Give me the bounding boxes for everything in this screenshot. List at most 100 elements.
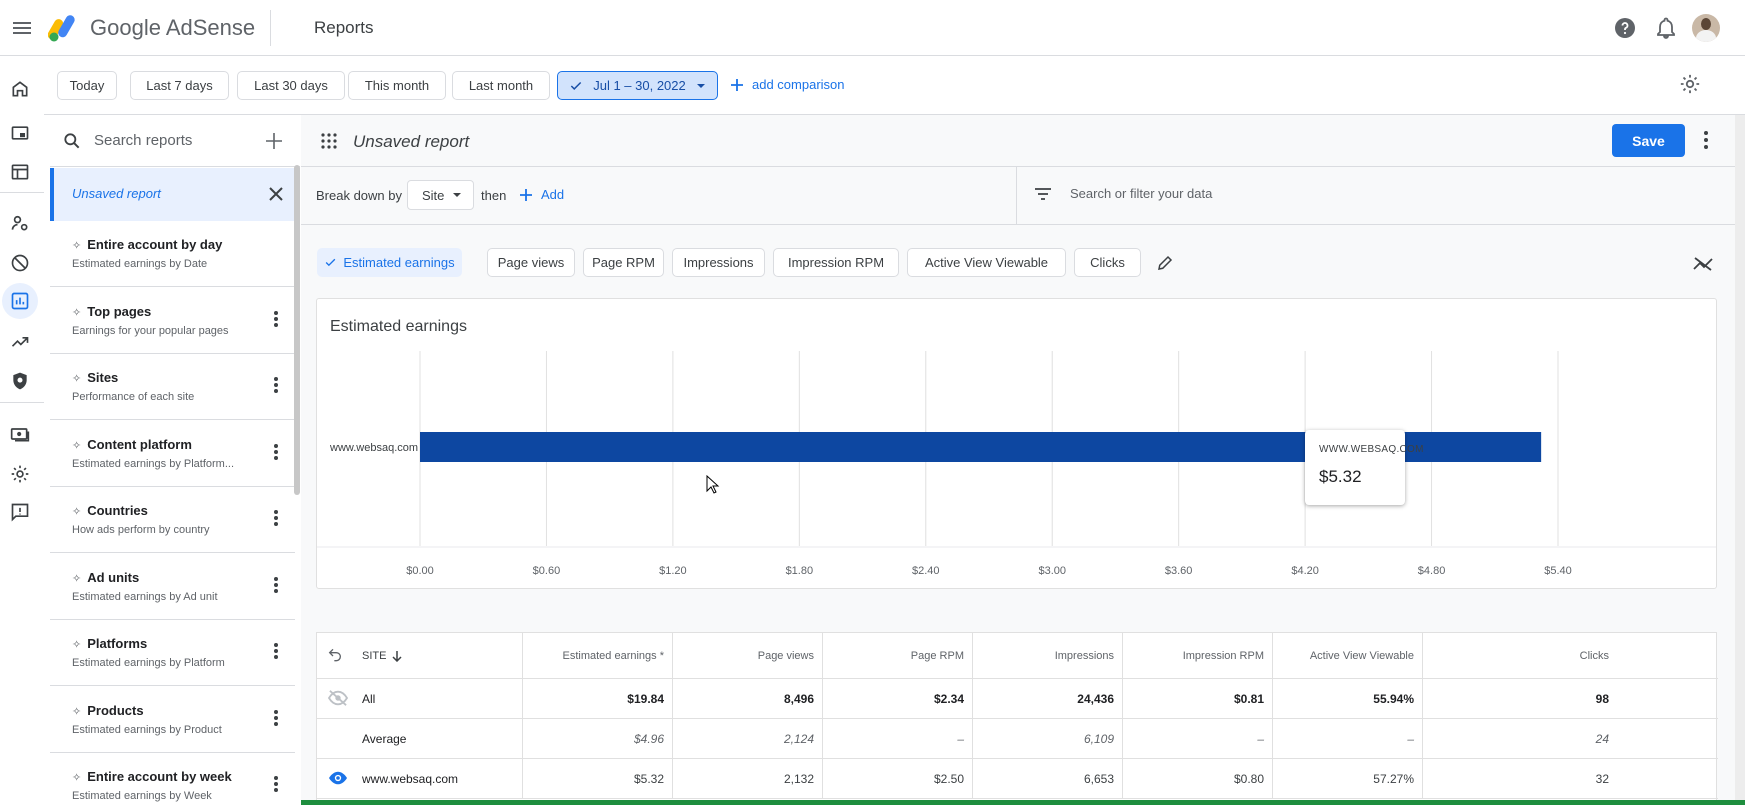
main-scrollbar[interactable]	[1735, 115, 1745, 805]
metric-impression-rpm[interactable]: Impression RPM	[773, 248, 899, 277]
metric-page-rpm[interactable]: Page RPM	[583, 248, 664, 277]
menu-icon[interactable]	[10, 16, 34, 40]
home-icon[interactable]	[6, 75, 34, 103]
more-options-icon[interactable]	[273, 509, 279, 527]
filter-input[interactable]: Search or filter your data	[1034, 186, 1212, 201]
unsaved-report-item[interactable]: Unsaved report	[50, 168, 295, 221]
site-name: All	[362, 692, 376, 706]
apps-grid-icon[interactable]	[321, 133, 337, 149]
column-header[interactable]: Impression RPM	[1122, 633, 1272, 679]
report-title: ✧ Entire account by day	[72, 237, 222, 252]
more-options-icon[interactable]	[273, 642, 279, 660]
chip-today[interactable]: Today	[57, 71, 117, 100]
sidebar-report-item[interactable]: ✧ Countries How ads perform by country	[50, 487, 295, 553]
optimization-icon[interactable]	[6, 328, 34, 356]
page-title: Reports	[314, 18, 374, 37]
breakdown-value: Site	[422, 187, 445, 203]
column-header[interactable]: Clicks	[1422, 633, 1617, 679]
policy-center-icon[interactable]	[6, 367, 34, 395]
table-cell: $4.96	[522, 719, 672, 759]
help-icon[interactable]	[1613, 16, 1637, 40]
site-cell: Average	[317, 719, 522, 759]
sites-icon[interactable]	[6, 158, 34, 186]
new-report-icon[interactable]	[265, 132, 283, 150]
table-row[interactable]: www.websaq.com $5.32 2,132 $2.50 6,653 $0.80 5…	[317, 759, 1718, 799]
column-header[interactable]: Page views	[672, 633, 822, 679]
site-column-header[interactable]: SITE	[362, 650, 402, 662]
more-options-icon[interactable]	[273, 709, 279, 727]
edit-metrics-icon[interactable]	[1156, 254, 1174, 272]
reports-icon[interactable]	[2, 283, 38, 319]
site-header-cell[interactable]: SITE	[317, 633, 522, 679]
sidebar-report-item[interactable]: ✧ Sites Performance of each site	[50, 354, 295, 420]
chip-last-30-days[interactable]: Last 30 days	[237, 71, 345, 100]
breakdown-dropdown[interactable]: Site	[407, 180, 474, 210]
report-search[interactable]: Search reports	[50, 115, 300, 167]
more-options-icon[interactable]	[273, 443, 279, 461]
sidebar-report-item[interactable]: ✧ Top pages Earnings for your popular page…	[50, 288, 295, 354]
close-icon[interactable]	[268, 186, 284, 202]
add-breakdown-button[interactable]: Add	[519, 187, 564, 202]
more-options-icon[interactable]	[273, 576, 279, 594]
payments-icon[interactable]	[6, 420, 34, 448]
table-cell: 24,436	[972, 679, 1122, 719]
sidebar-scrollbar[interactable]	[294, 165, 300, 495]
add-comparison-button[interactable]: add comparison	[730, 77, 845, 92]
sidebar-report-item[interactable]: ✧ Entire account by week Estimated earning…	[50, 753, 295, 805]
metric-estimated-earnings[interactable]: Estimated earnings	[317, 248, 462, 277]
undo-icon[interactable]	[327, 646, 343, 662]
report-name[interactable]: Unsaved report	[353, 132, 469, 152]
table-row[interactable]: Average $4.96 2,124–6,109– –24	[317, 719, 1718, 759]
more-options-icon[interactable]	[273, 775, 279, 793]
metric-impressions[interactable]: Impressions	[672, 248, 765, 277]
sidebar-report-item[interactable]: ✧ Platforms Estimated earnings by Platform	[50, 620, 295, 686]
chart-toggle-icon[interactable]	[1693, 256, 1713, 272]
chip-this-month[interactable]: This month	[348, 71, 446, 100]
chip-last-7-days[interactable]: Last 7 days	[130, 71, 229, 100]
column-header[interactable]: Estimated earnings *	[522, 633, 672, 679]
plus-icon	[519, 188, 533, 202]
column-header[interactable]: Active View Viewable	[1272, 633, 1422, 679]
chip-date-range-selected[interactable]: Jul 1 – 30, 2022	[557, 71, 718, 100]
sidebar-report-item[interactable]: ✧ Products Estimated earnings by Product	[50, 687, 295, 753]
table-row[interactable]: All $19.84 8,496 $2.34 24,436 $0.81 55.94% 98	[317, 679, 1718, 719]
search-input[interactable]: Search reports	[94, 132, 192, 149]
top-app-bar: Google AdSense Reports	[0, 0, 1745, 56]
visibility-off-icon[interactable]	[327, 689, 349, 707]
privacy-icon[interactable]	[6, 209, 34, 237]
metric-clicks[interactable]: Clicks	[1074, 248, 1141, 277]
metric-page-views[interactable]: Page views	[487, 248, 575, 277]
save-button[interactable]: Save	[1612, 124, 1685, 157]
sidebar-report-item[interactable]: ✧ Ad units Estimated earnings by Ad unit	[50, 554, 295, 620]
notifications-icon[interactable]	[1654, 16, 1678, 40]
report-title-text: Sites	[87, 370, 119, 385]
mouse-cursor-icon	[706, 475, 720, 495]
more-options-icon[interactable]	[273, 310, 279, 328]
settings-icon[interactable]	[6, 460, 34, 488]
more-options-icon[interactable]	[1703, 130, 1709, 150]
report-settings-icon[interactable]	[1679, 73, 1701, 95]
sidebar-report-item[interactable]: ✧ Content platform Estimated earnings by P…	[50, 421, 295, 487]
search-icon	[62, 131, 82, 151]
nav-rail	[0, 57, 44, 805]
avatar[interactable]	[1692, 14, 1720, 42]
column-header[interactable]: Page RPM	[822, 633, 972, 679]
sidebar-report-item[interactable]: ✧ Entire account by day Estimated earnings…	[50, 221, 295, 287]
column-header[interactable]: Impressions	[972, 633, 1122, 679]
blocking-controls-icon[interactable]	[6, 249, 34, 277]
x-tick-label: $1.80	[786, 565, 814, 577]
date-range-bar: Today Last 7 days Last 30 days This mont…	[44, 57, 1745, 115]
table-cell: –	[822, 719, 972, 759]
metric-active-view-viewable[interactable]: Active View Viewable	[907, 248, 1066, 277]
more-options-icon[interactable]	[273, 376, 279, 394]
visibility-icon[interactable]	[327, 769, 349, 787]
sparkle-icon: ✧	[72, 306, 82, 319]
feedback-icon[interactable]	[6, 498, 34, 526]
sparkle-icon: ✧	[72, 772, 82, 784]
ads-icon[interactable]	[6, 119, 34, 147]
table-cell: 55.94%	[1272, 679, 1422, 719]
report-title-text: Platforms	[87, 636, 148, 651]
site-cell: All	[317, 679, 522, 719]
chip-last-month[interactable]: Last month	[452, 71, 550, 100]
date-range-label: Jul 1 – 30, 2022	[593, 78, 686, 93]
